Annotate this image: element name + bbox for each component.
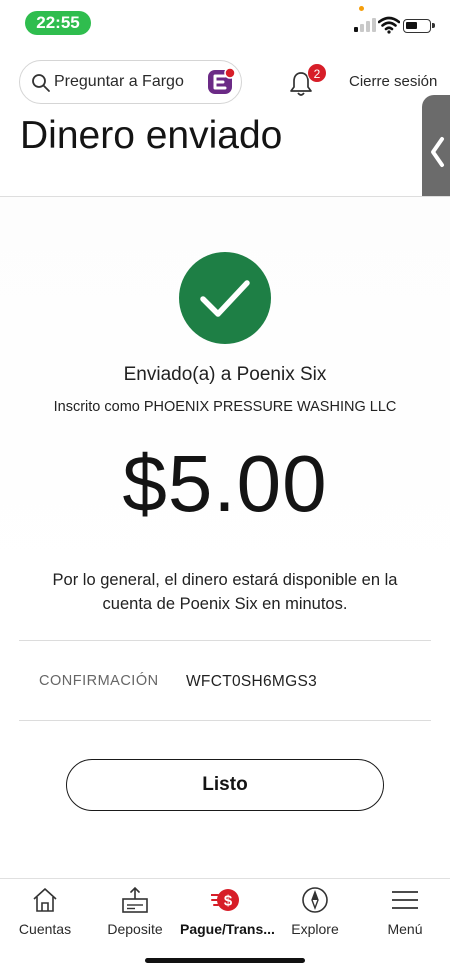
svg-text:$: $ (224, 893, 233, 910)
page-title: Dinero enviado (20, 114, 283, 157)
divider (19, 720, 431, 721)
status-bar: 22:55 (0, 0, 450, 46)
nav-item-pay-transfer[interactable]: $ Pague/Trans... (180, 879, 275, 949)
recipient-enrolled-name: Inscrito como PHOENIX PRESSURE WASHING L… (53, 399, 397, 415)
confirmation-label: CONFIRMACIÓN (39, 673, 159, 689)
cellular-signal-icon (354, 18, 376, 32)
amount-sent: $5.00 (122, 439, 328, 528)
notifications-button[interactable]: 2 (285, 62, 327, 100)
search-placeholder: Preguntar a Fargo (54, 73, 184, 90)
privacy-indicator-dot (359, 6, 364, 11)
done-button[interactable]: Listo (66, 759, 384, 811)
pay-transfer-icon: $ (211, 889, 239, 911)
status-time: 22:55 (25, 11, 91, 35)
home-indicator[interactable] (145, 958, 305, 963)
nav-label: Pague/Trans... (180, 921, 275, 937)
compass-icon (302, 887, 328, 913)
nav-label: Menú (387, 921, 423, 937)
battery-icon (403, 19, 435, 33)
nav-label: Deposite (107, 921, 163, 937)
recipient-heading: Enviado(a) a Poenix Six (123, 364, 327, 385)
confirmation-code: WFCT0SH6MGS3 (186, 673, 318, 690)
nav-item-accounts[interactable]: Cuentas (0, 879, 90, 949)
nav-item-explore[interactable]: Explore (270, 879, 360, 949)
search-icon (32, 74, 50, 92)
wifi-icon (378, 16, 400, 34)
home-icon (33, 888, 57, 912)
nav-item-menu[interactable]: Menú (360, 879, 450, 949)
notification-count-badge: 2 (307, 63, 327, 83)
availability-note: Por lo general, el dinero estará disponi… (52, 571, 398, 613)
divider (19, 640, 431, 641)
nav-label: Cuentas (18, 921, 72, 937)
side-panel-tab[interactable] (422, 95, 450, 210)
nav-label: Explore (291, 921, 339, 937)
deposit-icon (122, 886, 148, 913)
fargo-assistant-icon[interactable] (206, 67, 236, 97)
success-check-icon (179, 252, 271, 344)
nav-item-deposit[interactable]: Deposite (90, 879, 180, 949)
hamburger-menu-icon (392, 891, 418, 909)
logout-link[interactable]: Cierre sesión (349, 73, 437, 90)
chevron-left-icon (431, 137, 444, 167)
ask-fargo-search[interactable]: Preguntar a Fargo (19, 60, 242, 104)
